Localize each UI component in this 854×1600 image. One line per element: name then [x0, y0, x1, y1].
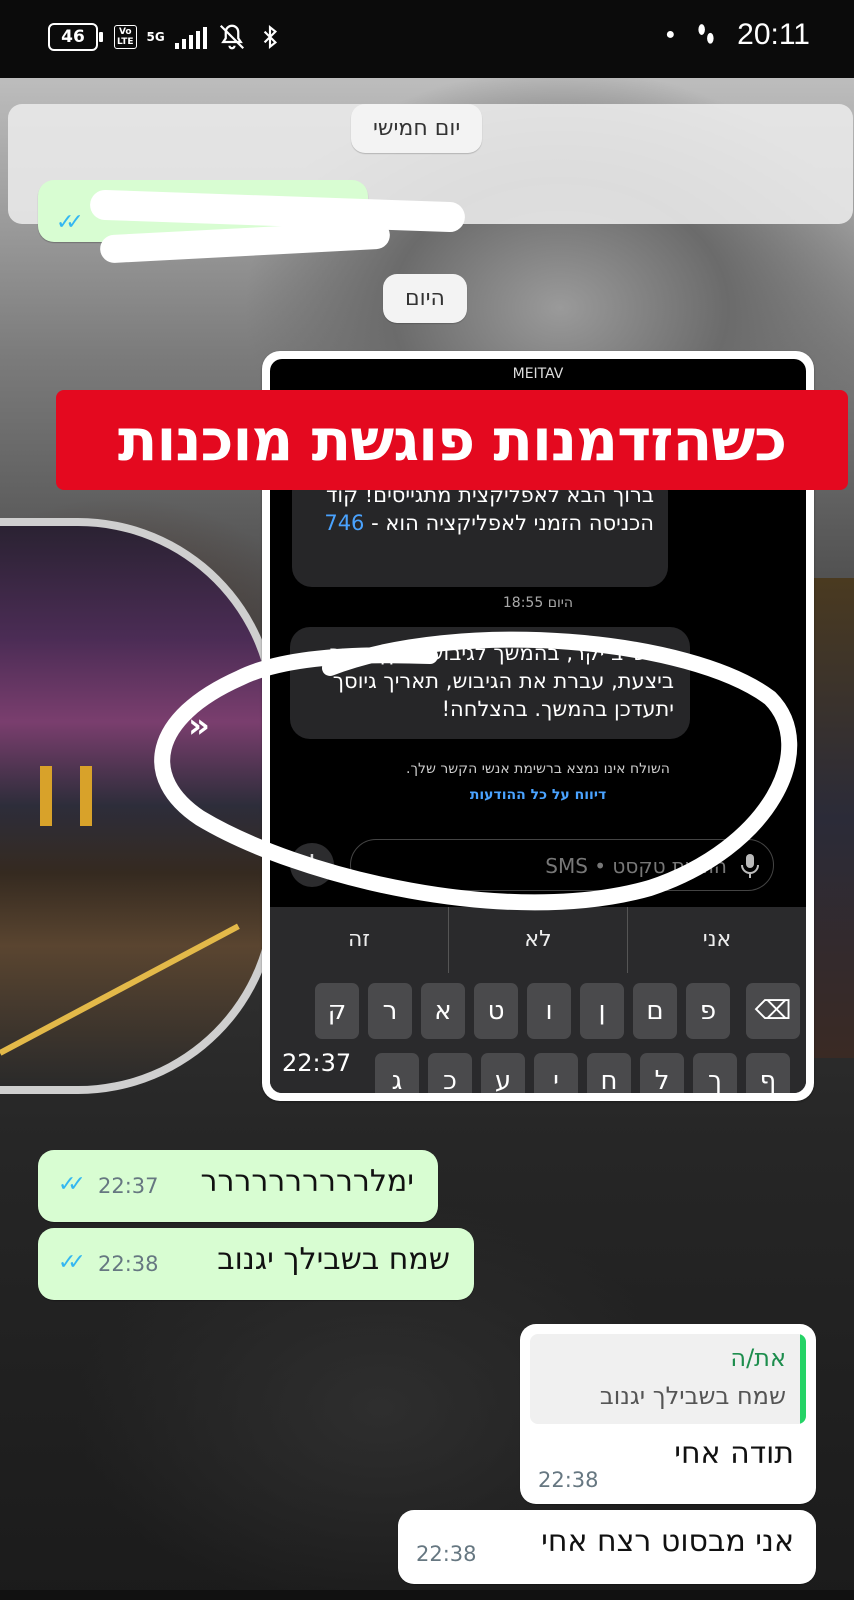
keyboard-key: ע	[481, 1053, 525, 1093]
quote-text: שמח בשבילך יגנוב	[599, 1382, 786, 1410]
outgoing-message[interactable]: ✓✓ 22:37 ימלרררררררררר	[38, 1150, 438, 1222]
read-ticks-icon: ✓✓	[56, 210, 84, 235]
bluetooth-icon	[263, 24, 277, 50]
keyboard-key: כ	[428, 1053, 472, 1093]
sms-code: 746	[324, 511, 365, 535]
status-right: ● 20:11	[665, 18, 810, 52]
incoming-message[interactable]: את/ה שמח בשבילך יגנוב תודה אחי 22:38	[520, 1324, 816, 1504]
keyboard-key: ק	[315, 983, 359, 1039]
volte-icon: Vo LTE	[114, 25, 137, 49]
status-bar: 46 Vo LTE 5G ● 20:11	[0, 0, 854, 78]
highlight-circle	[154, 631, 798, 911]
message-time: 22:37	[98, 1174, 159, 1198]
chat-area[interactable]: יום חמישי ✓✓ היום MEITAV ברוך הבא לאפליק…	[0, 78, 854, 1600]
read-ticks-icon: ✓✓	[58, 1250, 86, 1275]
notification-dot-icon: ●	[665, 26, 676, 43]
sms-header: MEITAV	[512, 366, 564, 382]
keyboard-key: ך	[693, 1053, 737, 1093]
date-pill-today: היום	[383, 274, 467, 323]
status-left: 46 Vo LTE 5G	[48, 22, 283, 52]
forward-icon[interactable]: »	[188, 706, 210, 746]
outgoing-message[interactable]: ✓✓ 22:38 שמח בשבילך יגנוב	[38, 1228, 474, 1300]
keyboard-key: ג	[375, 1053, 419, 1093]
message-text: אני מבסוט רצח אחי	[541, 1524, 794, 1559]
message-time: 22:38	[538, 1468, 599, 1492]
clock: 20:11	[737, 18, 810, 51]
message-time: 22:38	[98, 1252, 159, 1276]
mute-icon	[219, 24, 244, 50]
keyboard-key: פ	[686, 983, 730, 1039]
keyboard-key: א	[421, 983, 465, 1039]
keyboard-key: ט	[474, 983, 518, 1039]
network-type: 5G	[146, 30, 165, 44]
message-text: ימלרררררררררר	[200, 1164, 414, 1199]
date-pill-thursday: יום חמישי	[351, 104, 483, 153]
incoming-message[interactable]: אני מבסוט רצח אחי 22:38	[398, 1510, 816, 1584]
quote-bar	[800, 1334, 806, 1424]
bottom-edge	[0, 1590, 854, 1600]
wallpaper-right-photo	[814, 578, 854, 1058]
keyboard-key: ח	[587, 1053, 631, 1093]
backspace-icon: ⌫	[746, 983, 800, 1039]
image-time: 22:37	[282, 1049, 352, 1077]
keyboard-key: ר	[368, 983, 412, 1039]
headline-banner: כשהזדמנות פוגשת מוכנות	[56, 390, 848, 490]
battery-icon: 46	[48, 23, 103, 51]
keyboard-key: ל	[640, 1053, 684, 1093]
steps-icon	[698, 24, 714, 44]
sms-text-1: ברוך הבא לאפליקצית מתגייסים! קוד הכניסה …	[325, 483, 654, 535]
quote-author: את/ה	[730, 1344, 786, 1372]
keyboard-key: ם	[633, 983, 677, 1039]
message-text: תודה אחי	[674, 1436, 794, 1471]
quoted-message[interactable]: את/ה שמח בשבילך יגנוב	[530, 1334, 806, 1424]
keyboard-key: ף	[746, 1053, 790, 1093]
signal-icon	[174, 25, 207, 49]
keyboard-key: ן	[580, 983, 624, 1039]
keyboard-key: י	[534, 1053, 578, 1093]
keyboard-key: ו	[527, 983, 571, 1039]
message-text: שמח בשבילך יגנוב	[217, 1242, 450, 1277]
message-time: 22:38	[416, 1542, 477, 1566]
battery-level: 46	[61, 27, 85, 47]
read-ticks-icon: ✓✓	[58, 1172, 86, 1197]
